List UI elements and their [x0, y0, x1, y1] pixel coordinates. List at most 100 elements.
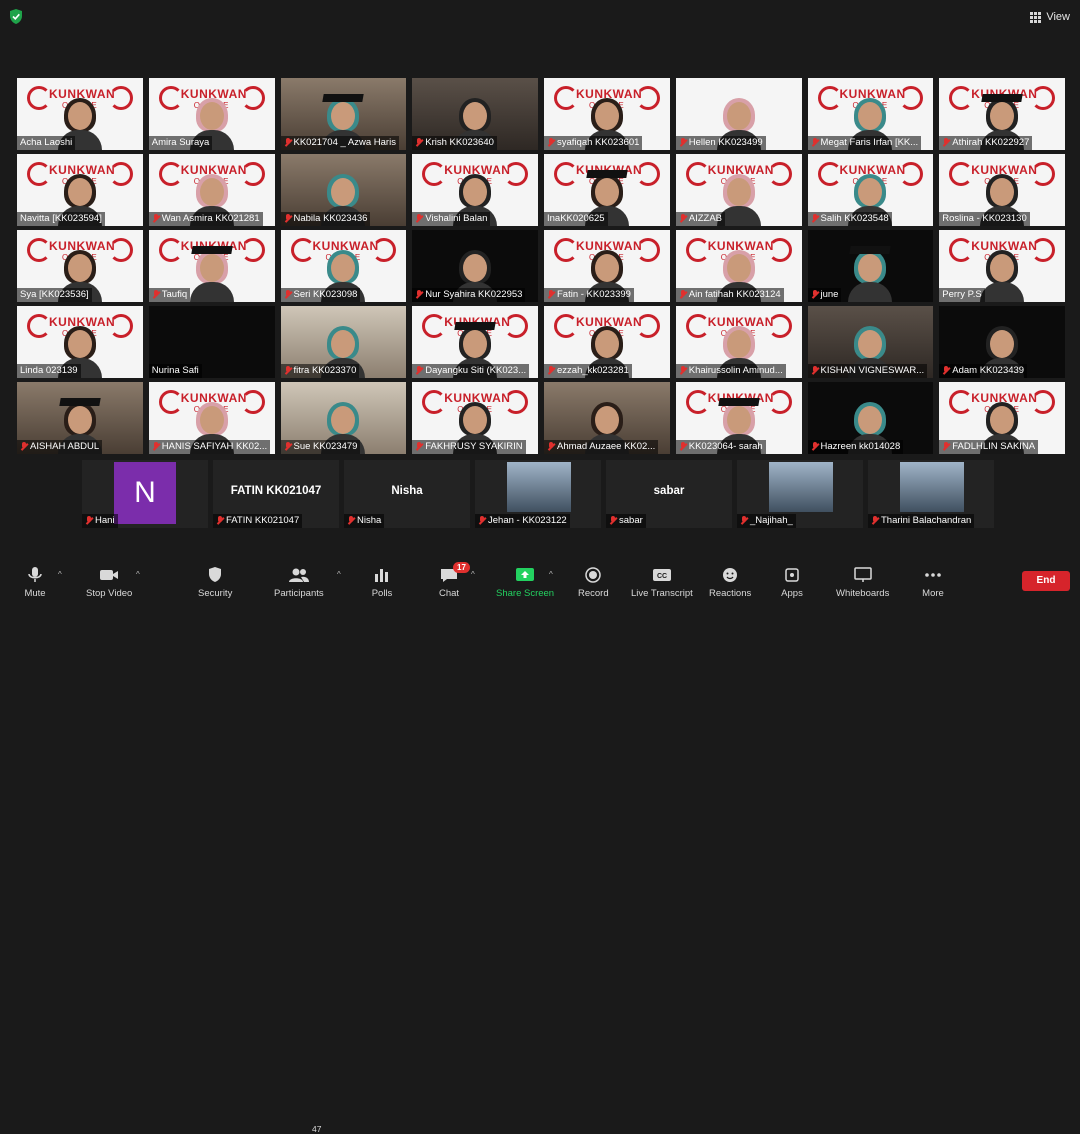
participants-button[interactable]: Participants	[274, 566, 324, 599]
participant-video-tile[interactable]: fitra KK023370	[280, 306, 407, 378]
participant-video-tile[interactable]: KUNKWANONLINE CLASSLinda 023139	[17, 306, 143, 378]
participant-video-tile[interactable]: KUNKWANONLINE CLASSFADLHLIN SAKINA	[939, 382, 1065, 454]
mute-options-caret[interactable]: ^	[58, 570, 62, 579]
more-label: More	[922, 588, 944, 599]
participant-video-tile[interactable]: KUNKWANONLINE CLASSSeri KK023098	[280, 230, 407, 302]
stop-video-button[interactable]: Stop Video	[86, 566, 132, 599]
muted-mic-icon	[942, 442, 950, 451]
participant-video-tile[interactable]: AISHAH ABDUL	[17, 382, 143, 454]
muted-mic-icon	[679, 138, 687, 147]
participant-name-label: Perry P.S	[939, 288, 985, 302]
participant-video-tile[interactable]: Jehan - KK023122	[475, 460, 601, 528]
participant-video-tile[interactable]: KUNKWANONLINE CLASSVishalini Balan	[412, 154, 538, 226]
muted-mic-icon	[415, 214, 423, 223]
participant-video-tile[interactable]: KUNKWANONLINE CLASSAmira Suraya	[148, 78, 275, 150]
participant-name-text: Wan Asmira KK021281	[161, 213, 260, 224]
participant-name-label: ezzah_kk023281	[544, 364, 632, 378]
participants-options-caret[interactable]: ^	[337, 570, 341, 579]
participant-video-tile[interactable]: KUNKWANONLINE CLASSSalih KK023548	[807, 154, 934, 226]
participant-name-text: Amira Suraya	[151, 137, 210, 148]
participant-video-tile[interactable]: KUNKWANONLINE CLASSNavitta [KK023594]	[17, 154, 143, 226]
end-meeting-button[interactable]: End	[1022, 571, 1070, 591]
muted-mic-icon	[85, 516, 93, 525]
participant-video-tile[interactable]: Krish KK023640	[412, 78, 538, 150]
reactions-button[interactable]: Reactions	[709, 566, 751, 599]
participant-video-tile[interactable]: KISHAN VIGNESWAR...	[807, 306, 934, 378]
share-screen-button[interactable]: Share Screen	[496, 566, 554, 599]
participant-video-tile[interactable]: KUNKWANONLINE CLASSAthirah KK022927	[939, 78, 1065, 150]
chat-label: Chat	[438, 588, 460, 599]
share-screen-label: Share Screen	[496, 588, 555, 599]
participant-video-tile[interactable]: Nisha Nisha	[344, 460, 470, 528]
participant-video-tile[interactable]: KUNKWANONLINE CLASSezzah_kk023281	[544, 306, 670, 378]
participant-video-tile[interactable]: KUNKWANONLINE CLASSsyafiqah KK023601	[544, 78, 670, 150]
participant-video-tile[interactable]: Nurina Safi	[148, 306, 275, 378]
participant-video-tile[interactable]: KUNKWANONLINE CLASSFAKHRUSY SYAKIRIN	[412, 382, 538, 454]
muted-mic-icon	[152, 290, 160, 299]
participant-name-label: Krish KK023640	[412, 136, 497, 150]
participant-video-tile[interactable]: KUNKWANONLINE CLASSFatin - KK023399	[544, 230, 670, 302]
participant-name-label: FAKHRUSY SYAKIRIN	[412, 440, 526, 454]
participant-video-tile[interactable]: sabar sabar	[606, 460, 732, 528]
participant-name-text: Salih KK023548	[820, 213, 889, 224]
participant-video-tile[interactable]: KUNKWANONLINE CLASSWan Asmira KK021281	[148, 154, 275, 226]
participant-profile-photo	[507, 462, 571, 512]
participant-name-text: Sya [KK023536]	[20, 289, 89, 300]
participant-video-tile[interactable]: KK021704 _ Azwa Haris	[280, 78, 407, 150]
video-gallery: KUNKWANONLINE CLASSAcha LaoshiKUNKWANONL…	[17, 78, 1065, 458]
participant-video-tile[interactable]: KUNKWANONLINE CLASSAcha Laoshi	[17, 78, 143, 150]
participant-name-text: Krish KK023640	[425, 137, 494, 148]
polls-button[interactable]: Polls	[371, 566, 393, 599]
participant-video-tile[interactable]: june	[807, 230, 934, 302]
muted-mic-icon	[347, 516, 355, 525]
participant-video-tile[interactable]: Nabila KK023436	[280, 154, 407, 226]
participant-name-text: Nabila KK023436	[293, 213, 368, 224]
participant-video-tile[interactable]: KUNKWANONLINE CLASSPerry P.S	[939, 230, 1065, 302]
chat-options-caret[interactable]: ^	[471, 570, 475, 579]
view-button[interactable]: View	[1030, 8, 1070, 26]
participant-video-tile[interactable]: N Hani	[82, 460, 208, 528]
participant-video-tile[interactable]: Ahmad Auzaee KK02...	[544, 382, 670, 454]
participant-video-tile[interactable]: KUNKWANONLINE CLASSKK023064- sarah	[675, 382, 802, 454]
participant-video-tile[interactable]: KUNKWANONLINE CLASSSya [KK023536]	[17, 230, 143, 302]
muted-mic-icon	[20, 442, 28, 451]
participant-video-tile[interactable]: KUNKWANONLINE CLASSHANIS SAFIYAH KK02...	[148, 382, 275, 454]
share-options-caret[interactable]: ^	[549, 570, 553, 579]
participant-name-label: FATIN KK021047	[213, 514, 303, 528]
meeting-toolbar: Mute ^ Stop Video ^ Security Participant…	[0, 552, 1080, 1134]
participant-video-tile[interactable]: KUNKWANONLINE CLASSInaKK020625	[544, 154, 670, 226]
participant-video-tile[interactable]: _Najihah_	[737, 460, 863, 528]
participant-video-tile[interactable]: KUNKWANONLINE CLASSRoslina - KK023130	[939, 154, 1065, 226]
participant-video-tile[interactable]: Tharini Balachandran	[868, 460, 994, 528]
participant-name-text: Hellen KK023499	[688, 137, 763, 148]
mute-button[interactable]: Mute	[24, 566, 46, 599]
participant-figure	[189, 250, 234, 302]
participant-name-label: _Najihah_	[737, 514, 796, 528]
apps-button[interactable]: Apps	[781, 566, 803, 599]
muted-mic-icon	[740, 516, 748, 525]
whiteboards-button[interactable]: Whiteboards	[836, 566, 889, 599]
muted-mic-icon	[547, 138, 555, 147]
video-options-caret[interactable]: ^	[136, 570, 140, 579]
live-transcript-label: Live Transcript	[631, 588, 693, 599]
more-button[interactable]: More	[922, 566, 944, 599]
participant-video-tile[interactable]: FATIN KK021047 FATIN KK021047	[213, 460, 339, 528]
video-camera-icon	[98, 566, 120, 584]
participant-name-text: Ahmad Auzaee KK02...	[557, 441, 656, 452]
security-button[interactable]: Security	[198, 566, 232, 599]
participant-video-tile[interactable]: Hellen KK023499	[675, 78, 802, 150]
participant-video-tile[interactable]: KUNKWANONLINE CLASSTaufiq	[148, 230, 275, 302]
live-transcript-button[interactable]: CC Live Transcript	[631, 566, 693, 599]
record-button[interactable]: Record	[578, 566, 609, 599]
participant-video-tile[interactable]: KUNKWANONLINE CLASSAIZZAB	[675, 154, 802, 226]
participant-video-tile[interactable]: Adam KK023439	[939, 306, 1065, 378]
participant-video-tile[interactable]: KUNKWANONLINE CLASSMegat Faris Irfan [KK…	[807, 78, 934, 150]
participant-video-tile[interactable]: Nur Syahira KK022953	[412, 230, 538, 302]
encryption-shield-icon[interactable]	[9, 9, 23, 24]
muted-mic-icon	[942, 366, 950, 375]
participant-video-tile[interactable]: Hazreen kk014028	[807, 382, 934, 454]
participant-video-tile[interactable]: Sue KK023479	[280, 382, 407, 454]
participant-video-tile[interactable]: KUNKWANONLINE CLASSDayangku Siti (KK023.…	[412, 306, 538, 378]
participant-video-tile[interactable]: KUNKWANONLINE CLASSAin fatihah KK023124	[675, 230, 802, 302]
participant-video-tile[interactable]: KUNKWANONLINE CLASSKhairussolin Aminud..…	[675, 306, 802, 378]
